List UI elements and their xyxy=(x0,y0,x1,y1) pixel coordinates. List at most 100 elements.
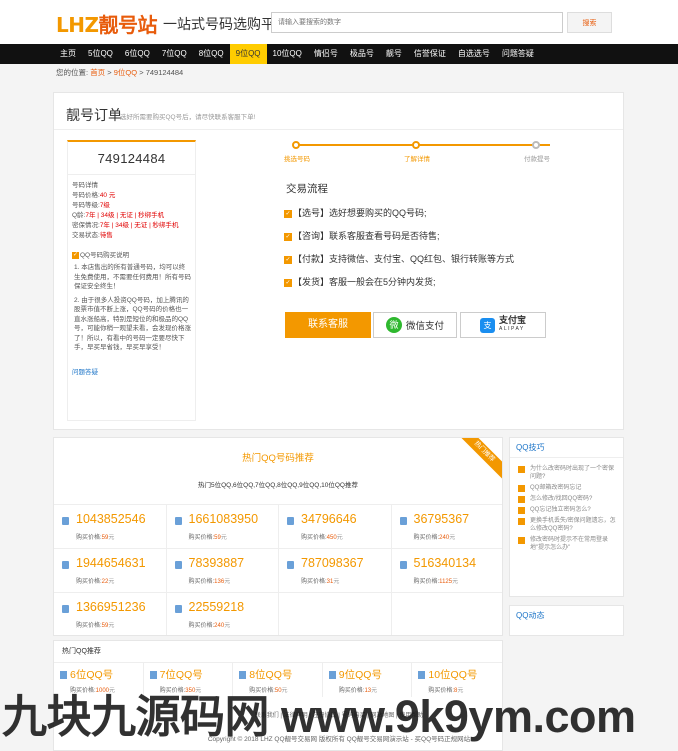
site-header: LHZ靓号站 一站式号码选购平台 搜索 xyxy=(0,0,678,44)
detail-row: 交易状态:待售 xyxy=(72,231,191,241)
category-name[interactable]: 10位QQ号 xyxy=(428,667,477,682)
price-value: 59 xyxy=(214,535,221,541)
hot-number-cell[interactable]: 22559218 购买价格:240元 xyxy=(167,593,279,635)
tip-link[interactable]: 更换手机丢失/密保问题遗忘，怎么修改QQ密码? xyxy=(510,514,623,533)
hot-number[interactable]: 36795367 xyxy=(414,512,470,526)
hot-number[interactable]: 22559218 xyxy=(189,600,245,614)
tip-link[interactable]: QQ邮箱改密码忘记 xyxy=(510,481,623,492)
breadcrumb-category-link[interactable]: 9位QQ xyxy=(114,68,137,77)
hot-number-cell[interactable]: 516340134 购买价格:1125元 xyxy=(391,549,502,593)
step-dot xyxy=(412,141,420,149)
wechat-pay-label: 微信支付 xyxy=(405,321,444,332)
category-name[interactable]: 6位QQ号 xyxy=(70,667,113,682)
nav-item[interactable]: 信誉保证 xyxy=(408,44,452,64)
search-input[interactable] xyxy=(271,12,563,33)
hot-number-cell[interactable]: 1661083950 购买价格:59元 xyxy=(166,505,279,549)
hot-number-cell[interactable]: 78393887 购买价格:136元 xyxy=(166,549,279,593)
hot-number-cell[interactable]: 36795367 购买价格:240元 xyxy=(391,505,502,549)
hot-number-cell[interactable]: 1944654631 购买价格:22元 xyxy=(54,549,167,593)
detail-row: 号码等级:7级 xyxy=(72,201,191,211)
qq-tips-panel: QQ技巧 为什么改密码时出现了一个密保问题? QQ邮箱改密码忘记 怎么修改/找回QQ… xyxy=(509,437,624,597)
hot-price: 购买价格:22元 xyxy=(76,576,114,585)
step-dot xyxy=(292,141,300,149)
tip-link[interactable]: 修改密码时提示不在常用登录地"提示怎么办" xyxy=(510,533,623,552)
nav-item[interactable]: 5位QQ xyxy=(82,44,119,64)
hot-price: 购买价格:240元 xyxy=(414,532,456,541)
hot-number[interactable]: 1944654631 xyxy=(76,556,146,570)
price-label: 购买价格: xyxy=(76,535,102,541)
nav-item[interactable]: 靓号 xyxy=(380,44,408,64)
price-unit: 元 xyxy=(224,579,231,585)
category-icon xyxy=(418,671,426,679)
detail-value: 7年 | 34级 | 无证 | 秒绑手机 xyxy=(99,222,179,229)
wechat-pay-button[interactable]: 微 微信支付 xyxy=(373,312,457,338)
category-icon xyxy=(149,671,157,679)
price-unit: 元 xyxy=(449,535,456,541)
number-icon xyxy=(174,605,182,613)
hot-number[interactable]: 1043852546 xyxy=(76,512,146,526)
tip-link[interactable]: 为什么改密码时出现了一个密保问题? xyxy=(510,462,623,481)
divider xyxy=(68,174,195,175)
hot-number[interactable]: 1366951236 xyxy=(76,600,146,614)
price-unit: 元 xyxy=(336,535,343,541)
tip-icon xyxy=(518,518,525,525)
hot-number[interactable]: 1661083950 xyxy=(189,512,259,526)
detail-value: 7年 | 34级 | 无证 | 秒绑手机 xyxy=(85,212,165,219)
hot-price: 购买价格:59元 xyxy=(76,532,114,541)
contact-service-button[interactable]: 联系客服 xyxy=(285,312,371,338)
note-item: 1. 本店售出的所有普通号码，均可以终生免费使用，不需要任何费用！所有号码保证安… xyxy=(74,264,191,290)
nav-item[interactable]: 问题答疑 xyxy=(496,44,540,64)
hot-number-cell[interactable]: 787098367 购买价格:31元 xyxy=(279,549,392,593)
nav-item[interactable]: 9位QQ xyxy=(229,44,267,64)
flow-step-text: 【选号】选好想要购买的QQ号码; xyxy=(293,208,427,218)
breadcrumb-home-link[interactable]: 首页 xyxy=(90,68,105,77)
number-icon xyxy=(62,561,69,569)
hot-number-cell[interactable]: 1043852546 购买价格:59元 xyxy=(54,505,167,549)
price-unit: 元 xyxy=(224,623,231,629)
category-icon xyxy=(60,671,67,679)
hot-number-cell[interactable]: 34796646 购买价格:450元 xyxy=(279,505,392,549)
note-title: ✓ QQ号码购买说明 xyxy=(72,251,130,259)
step-label: 了解详情 xyxy=(404,156,430,163)
tip-link[interactable]: 怎么修改/找回QQ密码? xyxy=(510,492,623,503)
hot-number-cell[interactable]: 1366951236 购买价格:59元 xyxy=(54,593,167,635)
nav-item[interactable]: 极品号 xyxy=(344,44,380,64)
tip-link[interactable]: QQ忘记独立密码怎么? xyxy=(510,503,623,514)
checkbox-icon: ✓ xyxy=(284,278,292,287)
nav-item[interactable]: 8位QQ xyxy=(193,44,230,64)
flow-step: ✓ 【选号】选好想要购买的QQ号码; xyxy=(284,206,514,229)
hot-number[interactable]: 516340134 xyxy=(414,556,477,570)
price-unit: 元 xyxy=(108,579,115,585)
price-label: 购买价格: xyxy=(76,579,102,585)
category-name[interactable]: 8位QQ号 xyxy=(249,667,292,682)
selected-number: 749124484 xyxy=(97,151,166,166)
alipay-label: 支付宝 ALIPAY xyxy=(498,315,526,333)
logo[interactable]: LHZ靓号站 一站式号码选购平台 xyxy=(56,9,289,38)
category-name[interactable]: 7位QQ号 xyxy=(160,667,203,682)
hot-number[interactable]: 78393887 xyxy=(189,556,245,570)
number-detail-card: 749124484 号码详情 号码价格:40 元号码等级:7级 Q龄:7年 | 3… xyxy=(67,140,196,421)
nav-item[interactable]: 7位QQ xyxy=(156,44,193,64)
flow-step-text: 【发货】客服一般会在5分钟内发货; xyxy=(293,277,436,287)
nav-item[interactable]: 自选选号 xyxy=(452,44,496,64)
number-icon xyxy=(174,561,182,569)
progress-steps: 挑选号码 了解详情 付款提号 xyxy=(284,141,574,165)
search-button[interactable]: 搜索 xyxy=(567,12,612,33)
nav-item[interactable]: 6位QQ xyxy=(119,44,156,64)
detail-label: Q龄: xyxy=(72,212,86,219)
breadcrumb-current: 749124484 xyxy=(145,68,184,77)
help-link[interactable]: 问题答疑 xyxy=(72,366,191,376)
hot-number[interactable]: 34796646 xyxy=(301,512,357,526)
alipay-button[interactable]: 支 支付宝 ALIPAY xyxy=(460,312,546,338)
nav-item[interactable]: 主页 xyxy=(54,44,82,64)
nav-item[interactable]: 10位QQ xyxy=(267,44,308,64)
number-icon xyxy=(287,517,294,525)
detail-label: 密保情况: xyxy=(72,222,100,229)
detail-row: Q龄:7年 | 34级 | 无证 | 秒绑手机 xyxy=(72,211,191,221)
hot-number[interactable]: 787098367 xyxy=(301,556,364,570)
category-name[interactable]: 9位QQ号 xyxy=(339,667,382,682)
qq-tips-title: QQ技巧 xyxy=(510,438,623,458)
nav-item[interactable]: 情侣号 xyxy=(308,44,344,64)
flow-step-text: 【付款】支持微信、支付宝、QQ红包、银行转账等方式 xyxy=(293,254,515,264)
notes: 1. 本店售出的所有普通号码，均可以终生免费使用，不需要任何费用！所有号码保证安… xyxy=(72,263,191,353)
